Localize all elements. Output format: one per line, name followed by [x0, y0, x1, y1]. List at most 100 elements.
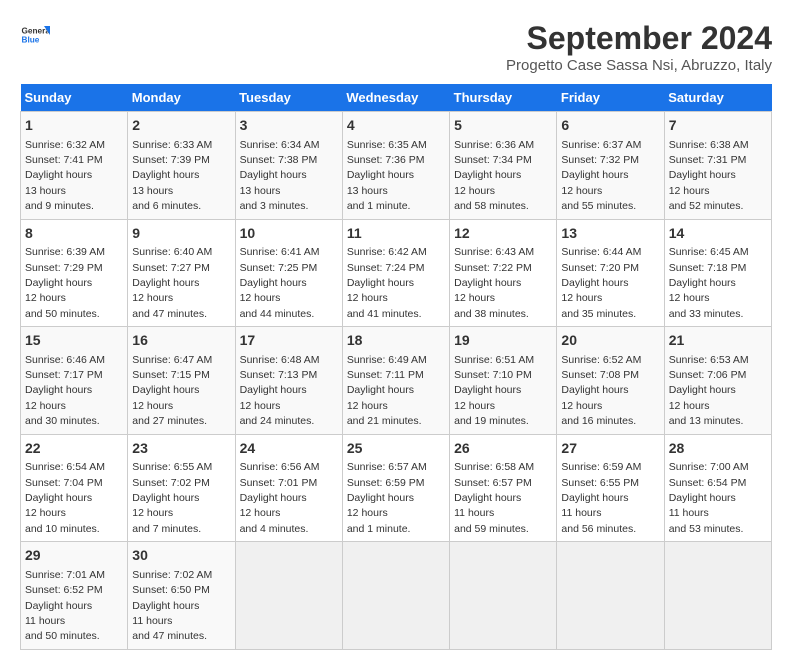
day-number: 4: [347, 116, 445, 136]
calendar-cell: 13Sunrise: 6:44 AMSunset: 7:20 PMDayligh…: [557, 219, 664, 327]
calendar-cell: 10Sunrise: 6:41 AMSunset: 7:25 PMDayligh…: [235, 219, 342, 327]
calendar-cell: 17 Sunrise: 6:48 AMSunset: 7:13 PMDayligh…: [235, 327, 342, 435]
calendar-cell: 24Sunrise: 6:56 AMSunset: 7:01 PMDayligh…: [235, 434, 342, 542]
day-number: 10: [240, 224, 338, 244]
calendar-cell: 8Sunrise: 6:39 AMSunset: 7:29 PMDaylight…: [21, 219, 128, 327]
calendar-cell: 3 Sunrise: 6:34 AMSunset: 7:38 PMDaylight…: [235, 112, 342, 220]
title-section: September 2024 Progetto Case Sassa Nsi, …: [506, 20, 772, 74]
calendar-cell: [450, 542, 557, 650]
day-number: 20: [561, 331, 659, 351]
day-number: 24: [240, 439, 338, 459]
day-info: Sunrise: 7:02 AMSunset: 6:50 PMDaylight …: [132, 569, 212, 643]
day-info: Sunrise: 6:36 AMSunset: 7:34 PMDaylight …: [454, 139, 534, 213]
calendar-cell: 12Sunrise: 6:43 AMSunset: 7:22 PMDayligh…: [450, 219, 557, 327]
logo-icon: General Blue: [20, 20, 50, 50]
day-info: Sunrise: 6:48 AMSunset: 7:13 PMDaylight …: [240, 354, 320, 428]
day-info: Sunrise: 7:00 AMSunset: 6:54 PMDaylight …: [669, 461, 749, 535]
day-number: 26: [454, 439, 552, 459]
col-sunday: Sunday: [21, 84, 128, 112]
day-info: Sunrise: 6:39 AMSunset: 7:29 PMDaylight …: [25, 246, 105, 320]
day-info: Sunrise: 7:01 AMSunset: 6:52 PMDaylight …: [25, 569, 105, 643]
calendar-cell: 28Sunrise: 7:00 AMSunset: 6:54 PMDayligh…: [664, 434, 771, 542]
day-number: 29: [25, 546, 123, 566]
day-number: 1: [25, 116, 123, 136]
calendar-week-3: 15 Sunrise: 6:46 AMSunset: 7:17 PMDayligh…: [21, 327, 772, 435]
calendar-cell: [342, 542, 449, 650]
day-number: 13: [561, 224, 659, 244]
day-info: Sunrise: 6:34 AMSunset: 7:38 PMDaylight …: [240, 139, 320, 213]
page-header: General Blue September 2024 Progetto Cas…: [20, 20, 772, 74]
day-info: Sunrise: 6:53 AMSunset: 7:06 PMDaylight …: [669, 354, 749, 428]
day-info: Sunrise: 6:42 AMSunset: 7:24 PMDaylight …: [347, 246, 427, 320]
calendar-cell: [557, 542, 664, 650]
day-info: Sunrise: 6:45 AMSunset: 7:18 PMDaylight …: [669, 246, 749, 320]
calendar-week-4: 22Sunrise: 6:54 AMSunset: 7:04 PMDayligh…: [21, 434, 772, 542]
day-info: Sunrise: 6:47 AMSunset: 7:15 PMDaylight …: [132, 354, 212, 428]
day-info: Sunrise: 6:40 AMSunset: 7:27 PMDaylight …: [132, 246, 212, 320]
day-number: 30: [132, 546, 230, 566]
day-info: Sunrise: 6:37 AMSunset: 7:32 PMDaylight …: [561, 139, 641, 213]
day-info: Sunrise: 6:46 AMSunset: 7:17 PMDaylight …: [25, 354, 105, 428]
day-number: 27: [561, 439, 659, 459]
calendar-cell: 5 Sunrise: 6:36 AMSunset: 7:34 PMDaylight…: [450, 112, 557, 220]
calendar-cell: 16 Sunrise: 6:47 AMSunset: 7:15 PMDayligh…: [128, 327, 235, 435]
day-number: 28: [669, 439, 767, 459]
calendar-cell: 7Sunrise: 6:38 AMSunset: 7:31 PMDaylight…: [664, 112, 771, 220]
calendar-cell: 30 Sunrise: 7:02 AMSunset: 6:50 PMDayligh…: [128, 542, 235, 650]
day-info: Sunrise: 6:57 AMSunset: 6:59 PMDaylight …: [347, 461, 427, 535]
calendar-table: Sunday Monday Tuesday Wednesday Thursday…: [20, 84, 772, 650]
day-number: 14: [669, 224, 767, 244]
day-info: Sunrise: 6:54 AMSunset: 7:04 PMDaylight …: [25, 461, 105, 535]
day-number: 5: [454, 116, 552, 136]
day-number: 2: [132, 116, 230, 136]
day-info: Sunrise: 6:43 AMSunset: 7:22 PMDaylight …: [454, 246, 534, 320]
day-info: Sunrise: 6:33 AMSunset: 7:39 PMDaylight …: [132, 139, 212, 213]
day-number: 22: [25, 439, 123, 459]
day-number: 3: [240, 116, 338, 136]
day-number: 19: [454, 331, 552, 351]
calendar-cell: 1Sunrise: 6:32 AMSunset: 7:41 PMDaylight…: [21, 112, 128, 220]
col-friday: Friday: [557, 84, 664, 112]
day-info: Sunrise: 6:38 AMSunset: 7:31 PMDaylight …: [669, 139, 749, 213]
day-info: Sunrise: 6:51 AMSunset: 7:10 PMDaylight …: [454, 354, 534, 428]
calendar-cell: 2 Sunrise: 6:33 AMSunset: 7:39 PMDaylight…: [128, 112, 235, 220]
calendar-cell: 11Sunrise: 6:42 AMSunset: 7:24 PMDayligh…: [342, 219, 449, 327]
calendar-cell: 25Sunrise: 6:57 AMSunset: 6:59 PMDayligh…: [342, 434, 449, 542]
day-info: Sunrise: 6:35 AMSunset: 7:36 PMDaylight …: [347, 139, 427, 213]
day-number: 16: [132, 331, 230, 351]
calendar-cell: 6 Sunrise: 6:37 AMSunset: 7:32 PMDaylight…: [557, 112, 664, 220]
day-number: 9: [132, 224, 230, 244]
header-row: Sunday Monday Tuesday Wednesday Thursday…: [21, 84, 772, 112]
calendar-cell: 27Sunrise: 6:59 AMSunset: 6:55 PMDayligh…: [557, 434, 664, 542]
day-number: 23: [132, 439, 230, 459]
day-number: 15: [25, 331, 123, 351]
day-number: 6: [561, 116, 659, 136]
day-number: 21: [669, 331, 767, 351]
calendar-cell: [664, 542, 771, 650]
day-number: 18: [347, 331, 445, 351]
day-info: Sunrise: 6:56 AMSunset: 7:01 PMDaylight …: [240, 461, 320, 535]
day-number: 17: [240, 331, 338, 351]
day-number: 8: [25, 224, 123, 244]
col-saturday: Saturday: [664, 84, 771, 112]
calendar-cell: 14Sunrise: 6:45 AMSunset: 7:18 PMDayligh…: [664, 219, 771, 327]
page-title: September 2024: [506, 20, 772, 57]
calendar-week-5: 29 Sunrise: 7:01 AMSunset: 6:52 PMDayligh…: [21, 542, 772, 650]
calendar-cell: 22Sunrise: 6:54 AMSunset: 7:04 PMDayligh…: [21, 434, 128, 542]
calendar-cell: 19 Sunrise: 6:51 AMSunset: 7:10 PMDayligh…: [450, 327, 557, 435]
calendar-body: 1Sunrise: 6:32 AMSunset: 7:41 PMDaylight…: [21, 112, 772, 650]
calendar-cell: 15 Sunrise: 6:46 AMSunset: 7:17 PMDayligh…: [21, 327, 128, 435]
day-info: Sunrise: 6:49 AMSunset: 7:11 PMDaylight …: [347, 354, 427, 428]
day-info: Sunrise: 6:58 AMSunset: 6:57 PMDaylight …: [454, 461, 534, 535]
calendar-cell: 4 Sunrise: 6:35 AMSunset: 7:36 PMDaylight…: [342, 112, 449, 220]
day-info: Sunrise: 6:59 AMSunset: 6:55 PMDaylight …: [561, 461, 641, 535]
day-number: 11: [347, 224, 445, 244]
page-subtitle: Progetto Case Sassa Nsi, Abruzzo, Italy: [506, 57, 772, 74]
col-thursday: Thursday: [450, 84, 557, 112]
calendar-cell: 18 Sunrise: 6:49 AMSunset: 7:11 PMDayligh…: [342, 327, 449, 435]
calendar-cell: 29 Sunrise: 7:01 AMSunset: 6:52 PMDayligh…: [21, 542, 128, 650]
col-tuesday: Tuesday: [235, 84, 342, 112]
calendar-cell: [235, 542, 342, 650]
day-info: Sunrise: 6:55 AMSunset: 7:02 PMDaylight …: [132, 461, 212, 535]
svg-text:Blue: Blue: [22, 36, 40, 45]
